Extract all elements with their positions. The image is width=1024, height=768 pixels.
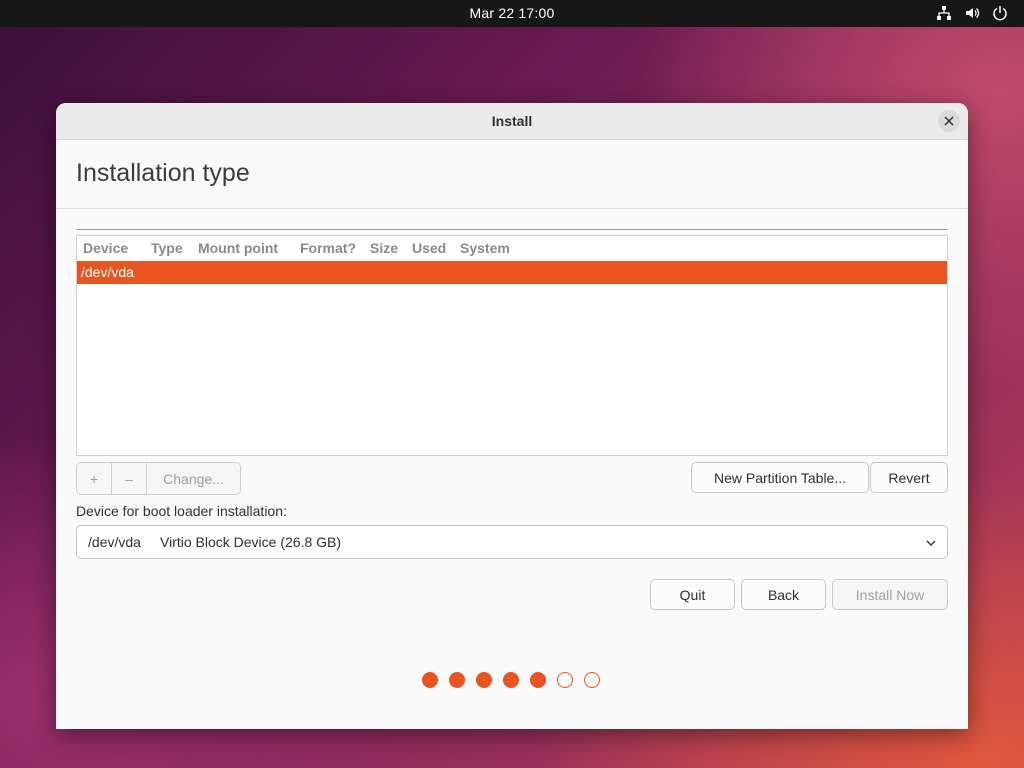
progress-dot bbox=[449, 672, 465, 688]
remove-partition-button[interactable]: – bbox=[112, 463, 147, 494]
progress-dot bbox=[584, 672, 600, 688]
change-partition-button[interactable]: Change... bbox=[147, 463, 240, 494]
volume-icon[interactable] bbox=[964, 5, 980, 21]
installer-window: Install Installation type Device Type Mo… bbox=[56, 103, 968, 729]
page-title: Installation type bbox=[76, 159, 250, 187]
window-title: Install bbox=[491, 113, 533, 129]
progress-dot bbox=[422, 672, 438, 688]
close-button[interactable] bbox=[938, 110, 960, 132]
boot-device: /dev/vda bbox=[88, 534, 141, 550]
progress-dot bbox=[557, 672, 573, 688]
column-system[interactable]: System bbox=[460, 240, 510, 256]
quit-button[interactable]: Quit bbox=[650, 579, 735, 610]
boot-device-description: Virtio Block Device (26.8 GB) bbox=[160, 534, 342, 550]
power-icon[interactable] bbox=[992, 5, 1008, 21]
device-cell: /dev/vda bbox=[81, 264, 134, 280]
column-mount-point[interactable]: Mount point bbox=[198, 240, 278, 256]
progress-dot bbox=[503, 672, 519, 688]
boot-loader-label: Device for boot loader installation: bbox=[76, 503, 287, 519]
table-header: Device Type Mount point Format? Size Use… bbox=[77, 236, 947, 260]
back-button[interactable]: Back bbox=[741, 579, 826, 610]
progress-dot bbox=[476, 672, 492, 688]
column-size[interactable]: Size bbox=[370, 240, 398, 256]
revert-button[interactable]: Revert bbox=[870, 462, 948, 493]
column-device[interactable]: Device bbox=[83, 240, 128, 256]
chevron-down-icon bbox=[925, 537, 937, 549]
new-partition-table-button[interactable]: New Partition Table... bbox=[691, 462, 869, 493]
table-row[interactable]: /dev/vda bbox=[77, 261, 947, 284]
clock[interactable]: Mar 22 17:00 bbox=[0, 5, 1024, 21]
divider bbox=[56, 208, 968, 209]
progress-dots bbox=[422, 672, 600, 688]
top-bar: Mar 22 17:00 bbox=[0, 0, 1024, 27]
column-format[interactable]: Format? bbox=[300, 240, 356, 256]
add-partition-button[interactable]: + bbox=[77, 463, 112, 494]
title-bar[interactable]: Install bbox=[56, 103, 968, 140]
boot-loader-select[interactable]: /dev/vda Virtio Block Device (26.8 GB) bbox=[76, 525, 948, 559]
column-used[interactable]: Used bbox=[412, 240, 446, 256]
column-type[interactable]: Type bbox=[151, 240, 183, 256]
system-tray[interactable] bbox=[936, 5, 1008, 21]
install-now-button[interactable]: Install Now bbox=[832, 579, 948, 610]
partition-bar bbox=[76, 229, 948, 230]
close-icon bbox=[944, 116, 954, 126]
network-icon[interactable] bbox=[936, 5, 952, 21]
progress-dot bbox=[530, 672, 546, 688]
partition-table[interactable]: Device Type Mount point Format? Size Use… bbox=[76, 235, 948, 456]
partition-actions: + – Change... bbox=[76, 462, 241, 495]
